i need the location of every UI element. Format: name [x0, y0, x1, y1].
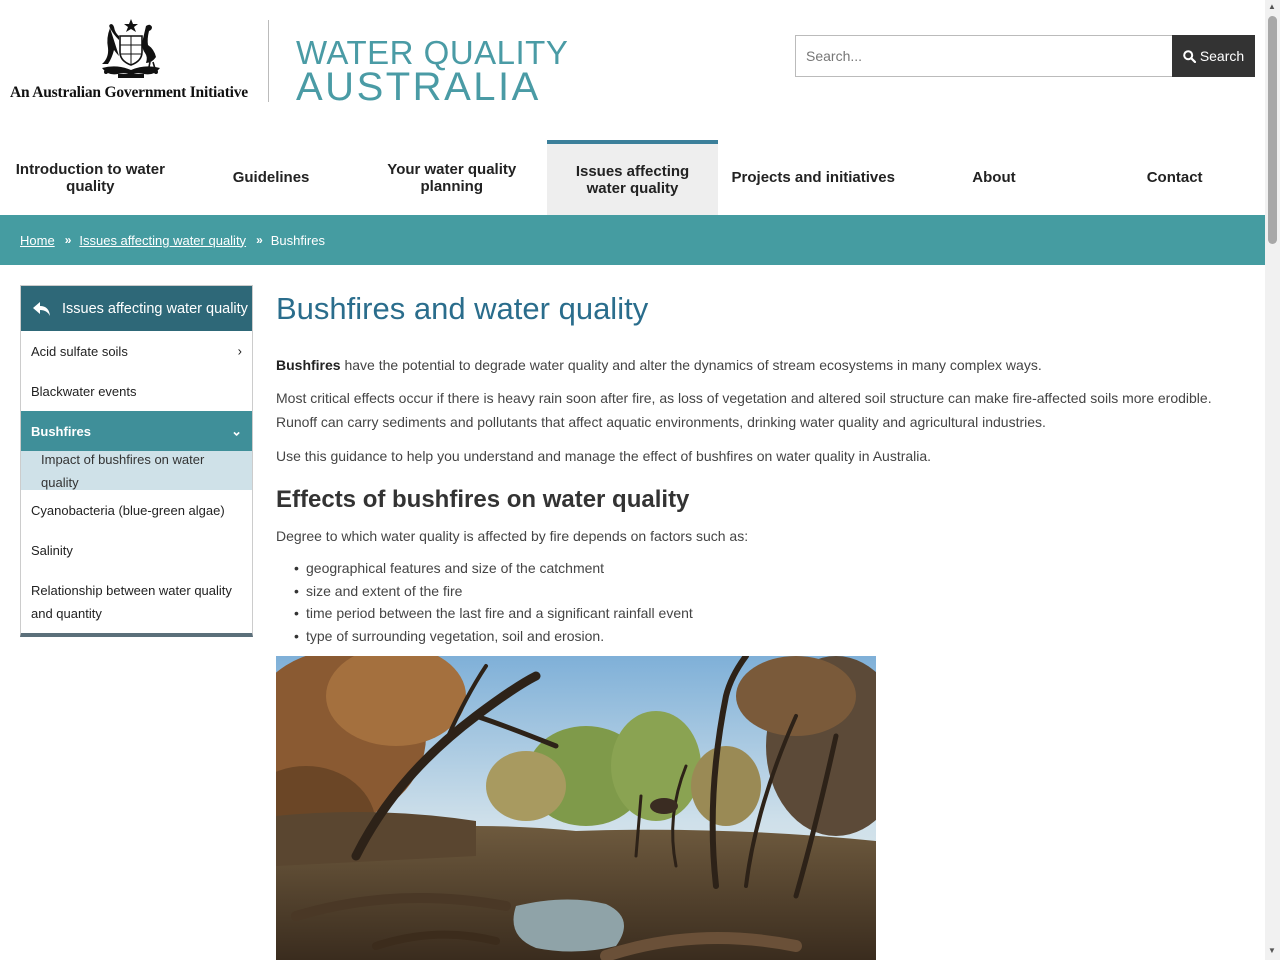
breadcrumb-current: Bushfires	[270, 232, 325, 248]
sidebar-item-label: Salinity	[31, 542, 73, 558]
sidebar-item-label: Cyanobacteria (blue-green algae)	[31, 502, 225, 518]
search-icon	[1183, 49, 1196, 63]
sidebar-item-label: Impact of bushfires on water quality	[41, 451, 205, 490]
intro-bold: Bushfires	[276, 357, 341, 373]
agency-text: An Australian Government Initiative	[10, 84, 248, 101]
list-item: size and extent of the fire	[294, 580, 1236, 603]
search-input[interactable]	[795, 35, 1173, 77]
breadcrumb: Home » Issues affecting water quality » …	[0, 215, 1265, 265]
government-crest-logo[interactable]: An Australian Government Initiative	[10, 18, 260, 103]
scroll-down-arrow-icon[interactable]: ▼	[1268, 946, 1276, 955]
page-title: Bushfires and water quality	[276, 291, 649, 326]
logo-divider	[268, 20, 269, 102]
sidebar-subitem-impact-of-bushfires[interactable]: Impact of bushfires on water quality	[21, 451, 252, 490]
sidebar-item-bushfires[interactable]: Bushfires ⌄	[21, 411, 252, 451]
sidebar-item-label: Bushfires	[31, 423, 91, 439]
site-header: An Australian Government Initiative WATE…	[0, 0, 1265, 140]
intro-text: have the potential to degrade water qual…	[340, 357, 1042, 373]
site-logo[interactable]: WATER QUALITY AUSTRALIA	[296, 36, 568, 107]
effects-paragraph: Most critical effects occur if there is …	[276, 390, 1212, 430]
bushfire-landscape-photo	[276, 656, 876, 960]
sidebar-item-label: Blackwater events	[31, 383, 137, 399]
guidance-paragraph: Use this guidance to help you understand…	[276, 448, 932, 464]
scroll-up-arrow-icon[interactable]: ▲	[1268, 2, 1276, 11]
list-item: geographical features and size of the ca…	[294, 557, 1236, 580]
list-item: type of surrounding vegetation, soil and…	[294, 625, 1236, 648]
sidebar-item-cyanobacteria[interactable]: Cyanobacteria (blue-green algae)	[21, 490, 252, 530]
back-arrow-icon	[33, 301, 50, 316]
nav-about[interactable]: About	[904, 140, 1085, 215]
sidebar-item-water-quality-quantity[interactable]: Relationship between water quality and q…	[21, 570, 252, 633]
sidebar-item-label: Relationship between water quality and q…	[31, 582, 232, 621]
factors-list: geographical features and size of the ca…	[276, 557, 1236, 647]
chevron-down-icon[interactable]: ⌄	[231, 420, 242, 443]
sidebar-item-blackwater-events[interactable]: Blackwater events	[21, 371, 252, 411]
breadcrumb-issues[interactable]: Issues affecting water quality	[79, 233, 246, 248]
main-nav: Introduction to water quality Guidelines…	[0, 140, 1265, 215]
nav-issues-affecting-water-quality[interactable]: Issues affecting water quality	[547, 140, 718, 215]
list-item: time period between the last fire and a …	[294, 602, 1236, 625]
main-content: Bushfires and water quality Bushfires ha…	[276, 285, 1236, 647]
breadcrumb-home[interactable]: Home	[20, 233, 55, 248]
logo-line-2: AUSTRALIA	[296, 65, 541, 109]
nav-water-quality-planning[interactable]: Your water quality planning	[361, 140, 542, 215]
search-button-label: Search	[1199, 48, 1245, 64]
section-sidebar: Issues affecting water quality Acid sulf…	[20, 285, 253, 637]
nav-projects-initiatives[interactable]: Projects and initiatives	[723, 140, 904, 215]
section-intro: Degree to which water quality is affecte…	[276, 528, 749, 544]
scrollbar-thumb[interactable]	[1268, 16, 1277, 244]
section-heading: Effects of bushfires on water quality	[276, 486, 690, 513]
sidebar-heading-link[interactable]: Issues affecting water quality	[21, 286, 252, 331]
breadcrumb-separator-icon: »	[64, 233, 72, 247]
sidebar-item-salinity[interactable]: Salinity	[21, 530, 252, 570]
nav-contact[interactable]: Contact	[1084, 140, 1265, 215]
nav-intro-water-quality[interactable]: Introduction to water quality	[0, 140, 181, 215]
chevron-right-icon[interactable]: ›	[238, 340, 242, 363]
sidebar-heading: Issues affecting water quality	[62, 300, 248, 317]
sidebar-item-acid-sulfate-soils[interactable]: Acid sulfate soils ›	[21, 331, 252, 371]
coat-of-arms-icon	[102, 19, 160, 78]
search-button[interactable]: Search	[1172, 35, 1255, 77]
nav-guidelines[interactable]: Guidelines	[181, 140, 362, 215]
intro-paragraph: Bushfires have the potential to degrade …	[276, 353, 1236, 377]
page-scrollbar[interactable]: ▲ ▼	[1265, 0, 1280, 960]
breadcrumb-separator-icon: »	[256, 233, 263, 247]
sidebar-item-label: Acid sulfate soils	[31, 343, 128, 359]
